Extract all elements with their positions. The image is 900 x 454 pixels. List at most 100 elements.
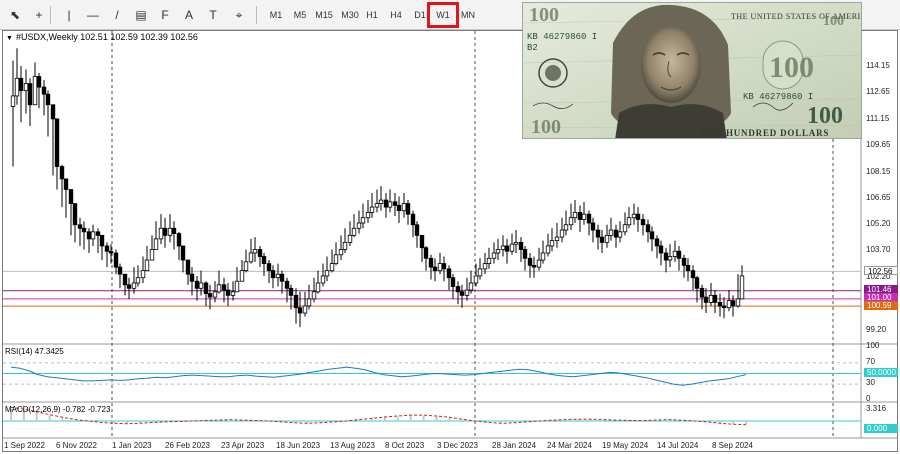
text-label-icon[interactable]: T <box>202 5 224 25</box>
candle-body <box>131 282 137 289</box>
rsi-line <box>10 366 747 386</box>
timeframe-w1-button[interactable]: W1 <box>427 2 459 28</box>
timeframe-m15-button[interactable]: M15 <box>312 5 336 25</box>
candle-body <box>432 266 438 272</box>
candle-body <box>540 252 546 261</box>
crosshair-icon[interactable]: + <box>28 5 50 25</box>
candle-body <box>527 257 533 266</box>
candle-body <box>315 282 321 293</box>
candle-body <box>699 287 705 298</box>
candle-body <box>158 227 164 240</box>
candle-body <box>681 257 687 266</box>
candle-body <box>279 273 285 282</box>
candle-body <box>392 201 398 206</box>
candle-body <box>293 294 299 309</box>
candle-body <box>459 291 465 296</box>
time-axis-label: 13 Aug 2023 <box>330 441 375 450</box>
candle-body <box>663 252 669 261</box>
price-axis-label: 112.65 <box>866 87 890 97</box>
macd-label: MACD(12,26,9) -0.782 -0.723 <box>5 405 111 414</box>
candle-body <box>613 229 619 238</box>
candle-body <box>230 291 236 296</box>
horizontal-line-icon[interactable]: — <box>82 5 104 25</box>
candle-body <box>455 286 461 293</box>
candle-body <box>153 238 159 250</box>
candle-body <box>482 263 488 270</box>
candle-body <box>50 104 56 120</box>
candle-body <box>14 77 20 97</box>
timeframe-h1-button[interactable]: H1 <box>360 5 384 25</box>
candle-body <box>491 252 497 259</box>
timeframe-m1-button[interactable]: M1 <box>264 5 288 25</box>
candle-body <box>324 270 330 277</box>
candle-body <box>126 284 132 289</box>
svg-text:B2: B2 <box>527 43 538 53</box>
timeframe-mn-button[interactable]: MN <box>456 5 480 25</box>
candle-body <box>500 245 506 250</box>
candle-body <box>167 227 173 236</box>
candle-body <box>347 234 353 243</box>
candle-body <box>59 166 65 180</box>
text-icon[interactable]: A <box>178 5 200 25</box>
svg-text:100: 100 <box>531 116 561 138</box>
price-axis-label: 108.15 <box>866 166 891 176</box>
candle-body <box>95 231 101 236</box>
channel-icon[interactable]: ▤ <box>130 5 152 25</box>
timeframe-h4-button[interactable]: H4 <box>384 5 408 25</box>
candle-body <box>446 268 452 279</box>
serial-right: KB 46279860 I <box>743 92 813 102</box>
candle-body <box>396 204 402 212</box>
candle-body <box>667 256 673 261</box>
candle-body <box>185 259 191 275</box>
fibonacci-icon[interactable]: F <box>154 5 176 25</box>
candle-body <box>32 76 38 106</box>
candle-body <box>257 249 263 257</box>
candle-body <box>338 249 344 256</box>
candle-body <box>703 296 709 303</box>
rsi-scale-label: 100 <box>866 341 880 350</box>
candle-body <box>428 257 434 268</box>
candle-body <box>468 282 474 291</box>
candle-body <box>356 222 362 229</box>
vertical-line-icon[interactable]: | <box>58 5 80 25</box>
trendline-icon[interactable]: / <box>106 5 128 25</box>
candle-body <box>581 213 587 220</box>
shapes-icon[interactable]: ⌖ <box>228 5 250 25</box>
time-axis-label: 14 Jul 2024 <box>657 441 699 450</box>
candle-body <box>189 273 195 282</box>
candle-body <box>486 257 492 264</box>
candle-body <box>27 83 33 106</box>
rsi-value-tag: 50.0000 <box>864 368 898 377</box>
price-axis-label: 103.70 <box>866 245 891 255</box>
candle-body <box>622 224 628 233</box>
candle-body <box>365 212 371 219</box>
candle-body <box>23 83 29 92</box>
candle-body <box>717 302 723 307</box>
candle-body <box>297 307 303 314</box>
rsi-scale-label: 70 <box>866 356 875 366</box>
candle-body <box>72 203 78 226</box>
candle-body <box>68 189 74 204</box>
candle-body <box>604 234 610 243</box>
candle-body <box>590 222 596 231</box>
macd-scale-label: 3.316 <box>866 404 887 413</box>
candle-body <box>410 213 416 226</box>
timeframe-m5-button[interactable]: M5 <box>288 5 312 25</box>
candle-body <box>212 291 218 298</box>
time-axis-label: 24 Mar 2024 <box>547 441 592 450</box>
candle-body <box>248 252 254 263</box>
rsi-label: RSI(14) 47.3425 <box>5 347 64 356</box>
svg-text:100: 100 <box>823 14 844 29</box>
bill-bottom-text: ONE HUNDRED DOLLARS <box>701 128 829 138</box>
price-axis-label: 111.15 <box>866 113 890 123</box>
candle-body <box>284 280 290 289</box>
candle-body <box>473 275 479 284</box>
cursor-icon[interactable]: ⬉ <box>4 5 26 25</box>
candle-body <box>176 233 182 247</box>
candle-body <box>320 275 326 284</box>
candle-body <box>10 95 16 107</box>
candle-body <box>275 273 281 279</box>
candle-body <box>239 270 245 282</box>
timeframe-m30-button[interactable]: M30 <box>338 5 362 25</box>
candle-body <box>329 263 335 272</box>
